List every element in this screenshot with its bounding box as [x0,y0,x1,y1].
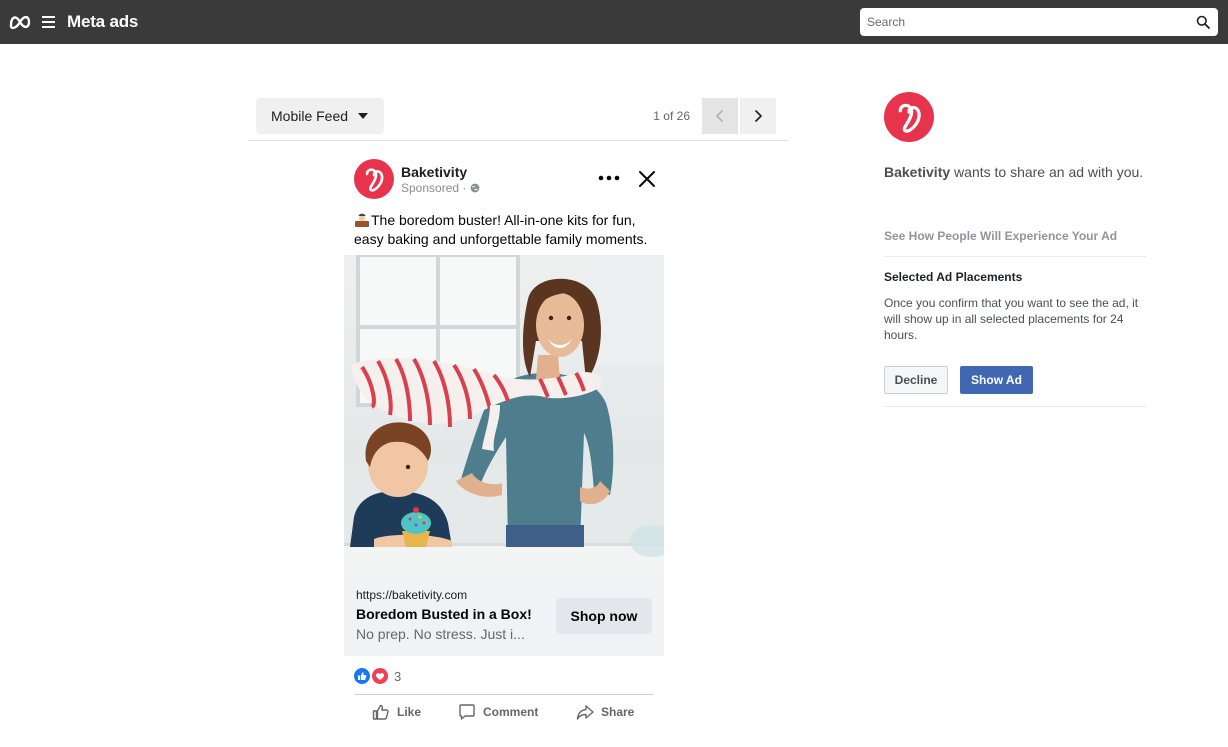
search-input[interactable] [860,15,1180,29]
sponsored-text: Sponsored · [401,181,467,195]
like-reaction-icon [354,668,370,684]
globe-icon [470,183,480,193]
share-label: Share [601,705,635,719]
shop-now-button[interactable]: Shop now [556,598,652,634]
comment-icon [459,704,475,720]
more-options-icon[interactable] [598,174,620,182]
top-navigation-bar: Meta ads [0,0,1228,44]
love-reaction-icon [372,668,388,684]
reaction-summary[interactable]: 3 [354,668,401,684]
advertiser-logo [884,92,934,142]
previous-ad-button[interactable] [702,98,738,134]
like-button[interactable]: Like [371,702,421,722]
ad-primary-text-content: The boredom buster! All-in-one kits for … [354,212,648,247]
placement-dropdown-label: Mobile Feed [271,108,349,124]
link-url[interactable]: https://baketivity.com [356,588,467,602]
advertiser-name[interactable]: Baketivity [401,164,467,180]
menu-icon[interactable] [42,16,55,28]
panel-divider [884,256,1146,257]
next-ad-button[interactable] [740,98,776,134]
brand-title[interactable]: Meta ads [67,12,138,32]
comment-button[interactable]: Comment [457,702,538,722]
chevron-left-icon [716,110,723,122]
placement-dropdown[interactable]: Mobile Feed [256,98,384,134]
search-icon[interactable] [1196,15,1210,29]
ad-link-card[interactable]: https://baketivity.com Boredom Busted in… [344,576,664,656]
reaction-count: 3 [394,668,402,684]
cooking-emoji-icon [355,213,369,227]
caret-down-icon [358,113,368,119]
share-icon [576,705,594,720]
share-message: Baketivity wants to share an ad with you… [884,164,1143,180]
advertiser-avatar[interactable] [354,159,394,199]
meta-logo-icon[interactable] [8,12,32,32]
share-message-text: wants to share an ad with you. [950,164,1144,180]
link-description: No prep. No stress. Just i... [356,626,525,642]
like-label: Like [397,705,422,719]
share-button[interactable]: Share [575,702,634,722]
panel-divider [884,406,1146,407]
ad-creative-image[interactable] [344,255,664,576]
comment-label: Comment [483,705,539,719]
ad-primary-text: The boredom buster! All-in-one kits for … [354,211,659,249]
actions-divider [354,694,654,695]
selected-placements-title: Selected Ad Placements [884,270,1023,284]
decline-button[interactable]: Decline [884,366,948,394]
share-message-advertiser: Baketivity [884,164,951,180]
thumbs-up-icon [372,704,389,720]
page-counter: 1 of 26 [653,109,690,123]
sponsored-label: Sponsored · [401,181,480,195]
see-how-heading: See How People Will Experience Your Ad [884,229,1118,243]
search-box[interactable] [860,8,1218,36]
close-icon[interactable] [638,170,656,188]
toolbar-divider [248,140,789,141]
show-ad-button[interactable]: Show Ad [960,366,1033,394]
selected-placements-description: Once you confirm that you want to see th… [884,296,1139,342]
link-headline[interactable]: Boredom Busted in a Box! [356,606,532,622]
chevron-right-icon [755,110,762,122]
